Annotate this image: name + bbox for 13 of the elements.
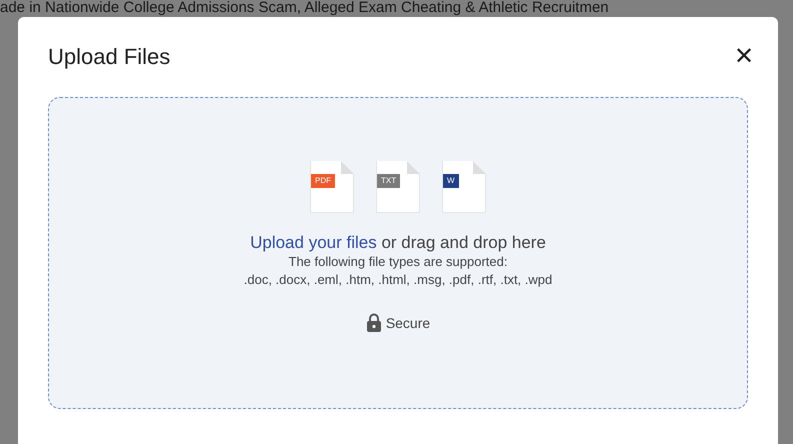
background-headline: ade in Nationwide College Admissions Scam, Alleged Exam Cheating & Athletic Recruitmen <box>0 0 610 16</box>
lock-icon <box>366 313 382 332</box>
upload-instruction: Upload your files or drag and drop here <box>250 233 546 253</box>
file-icon: W <box>442 161 486 213</box>
dialog-title: Upload Files <box>48 44 170 70</box>
supported-types: .doc, .docx, .eml, .htm, .html, .msg, .pdf, .rtf, .txt, .wpd <box>244 271 552 289</box>
secure-label: Secure <box>386 314 430 330</box>
close-button[interactable]: ✕ <box>730 45 758 69</box>
upload-link[interactable]: Upload your files <box>250 233 377 252</box>
supported-label: The following file types are supported: <box>288 253 508 271</box>
file-icon: PDF <box>310 161 354 213</box>
file-icon: TXT <box>376 161 420 213</box>
drop-zone[interactable]: PDF TXT W Upload your files or drag and drop here The following file types are supported: .doc, .docx, .eml, .htm, .html, .msg, .pdf, .rtf, .txt, .wpd Secure <box>48 97 748 409</box>
